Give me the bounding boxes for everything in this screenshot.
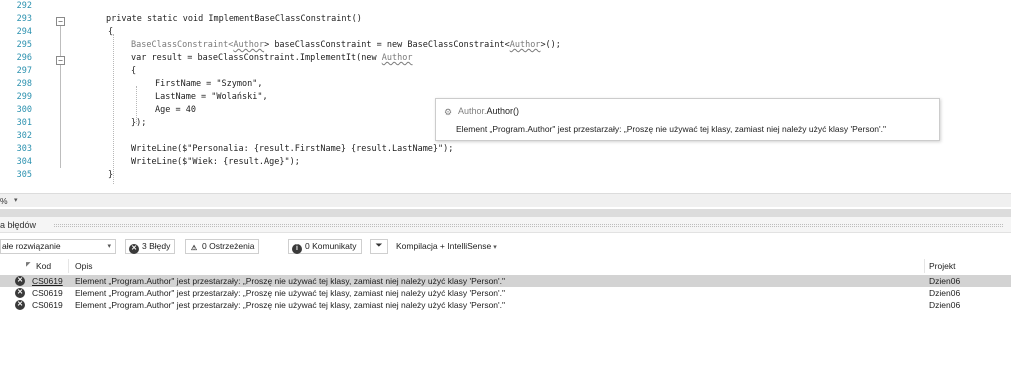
errors-label: 3 Błędy [142,241,171,251]
chevron-down-icon: ▾ [107,243,111,250]
error-description: Element „Program.Author" jest przestarza… [75,288,506,298]
error-project: Dzien06 [929,288,961,298]
zoom-level[interactable]: % [0,196,8,206]
warnings-filter-button[interactable]: ⚠ 0 Ostrzeżenia [185,239,260,254]
code-text: WriteLine($"Personalia: {result.FirstNam… [131,144,454,154]
code-line: 297 { [0,65,1011,78]
code-line: 303 WriteLine($"Personalia: {result.Firs… [0,143,1011,156]
warning-triangle-icon: ⚠ [190,245,198,252]
code-text: { [108,27,114,37]
line-number: 292 [16,1,32,11]
error-circle-icon: ✕ [129,244,139,254]
table-row[interactable]: ✕ CS0619 Element „Program.Author" jest p… [0,275,1011,287]
tooltip-namespace: Author. [458,106,487,116]
error-description: Element „Program.Author" jest przestarza… [75,276,506,286]
code-text: BaseClassConstraint<Author> baseClassCon… [131,40,561,50]
build-filter-value: Kompilacja + IntelliSense [396,241,492,251]
grid-header: ◤ Kod Opis Projekt [0,259,1011,273]
column-header-description[interactable]: Opis [75,259,92,273]
messages-filter-button[interactable]: i0 Komunikaty [288,239,362,254]
method-icon: ⚙ [444,107,453,117]
line-number: 293 [16,14,32,24]
scope-dropdown[interactable]: ałe rozwiązanie ▾ [0,239,116,254]
error-list-panel: a błędów ałe rozwiązanie ▾ ✕ 3 Błędy ⚠ 0 O… [0,217,1011,365]
line-number: 299 [16,92,32,102]
error-description: Element „Program.Author" jest przestarza… [75,300,506,310]
chevron-down-icon[interactable]: ▾ [14,196,18,204]
code-text: } [108,170,114,180]
line-number: 300 [16,105,32,115]
line-number: 294 [16,27,32,37]
code-line: 292 [0,0,1011,13]
warnings-label: 0 Ostrzeżenia [202,241,255,251]
chevron-down-icon: ▾ [493,244,497,251]
code-line: 304 WriteLine($"Wiek: {result.Age}"); [0,156,1011,169]
line-number: 297 [16,66,32,76]
line-number: 301 [16,118,32,128]
editor-status-bar: % ▾ [0,193,1011,207]
tooltip-message: Element „Program.Author" jest przestarza… [456,124,887,134]
error-code-link[interactable]: CS0619 [32,299,63,311]
code-text: Age = 40 [155,105,196,115]
code-text: }); [131,118,147,128]
errors-filter-button[interactable]: ✕ 3 Błędy [125,239,176,254]
code-text: private static void ImplementBaseClassCo… [106,14,362,24]
scope-value: ałe rozwiązanie [2,241,61,251]
filter-icon[interactable]: ⏷ [370,239,388,254]
code-text: WriteLine($"Wiek: {result.Age}"); [131,157,300,167]
line-number: 302 [16,131,32,141]
code-line: 296 var result = baseClassConstraint.Imp… [0,52,1011,65]
table-row[interactable]: ✕ CS0619 Element „Program.Author" jest p… [0,299,1011,311]
column-divider[interactable] [924,259,925,273]
line-number: 304 [16,157,32,167]
messages-label: 0 Komunikaty [305,241,357,251]
column-header-code[interactable]: Kod [36,259,51,273]
column-header-project[interactable]: Projekt [929,259,955,273]
code-editor[interactable]: − − 292 293 private static void Implemen… [0,0,1011,190]
code-line: 294 { [0,26,1011,39]
error-circle-icon: ✕ [15,276,25,286]
error-circle-icon: ✕ [15,288,25,298]
code-line: 293 private static void ImplementBaseCla… [0,13,1011,26]
code-text: var result = baseClassConstraint.Impleme… [131,53,413,63]
table-row[interactable]: ✕ CS0619 Element „Program.Author" jest p… [0,287,1011,299]
sort-icon[interactable]: ◤ [26,258,31,272]
code-line: 295 BaseClassConstraint<Author> baseClas… [0,39,1011,52]
quick-info-tooltip: ⚙ Author.Author() Element „Program.Author… [435,98,940,141]
line-number: 303 [16,144,32,154]
error-project: Dzien06 [929,276,961,286]
code-line: 305 } [0,169,1011,182]
line-number: 298 [16,79,32,89]
line-number: 295 [16,40,32,50]
column-divider[interactable] [68,259,69,273]
error-code-link[interactable]: CS0619 [32,287,63,299]
code-text: FirstName = "Szymon", [155,79,263,89]
code-line: 298 FirstName = "Szymon", [0,78,1011,91]
code-text: { [131,66,137,76]
panel-title: a błędów [0,220,37,230]
tooltip-signature: ⚙ Author.Author() [444,106,519,117]
code-text: LastName = "Wolański", [155,92,268,102]
line-number: 305 [16,170,32,180]
panel-splitter[interactable] [0,209,1011,217]
error-circle-icon: ✕ [15,300,25,310]
line-number: 296 [16,53,32,63]
error-project: Dzien06 [929,300,961,310]
build-filter-dropdown[interactable]: Kompilacja + IntelliSense ▾ [396,239,526,254]
tooltip-member: Author() [486,106,520,116]
info-circle-icon: i [292,244,302,254]
title-grip [54,224,1003,227]
error-code-link[interactable]: CS0619 [32,275,63,287]
error-list-toolbar: ałe rozwiązanie ▾ ✕ 3 Błędy ⚠ 0 Ostrzeżeni… [0,237,1011,257]
panel-title-bar[interactable]: a błędów [0,217,1011,233]
